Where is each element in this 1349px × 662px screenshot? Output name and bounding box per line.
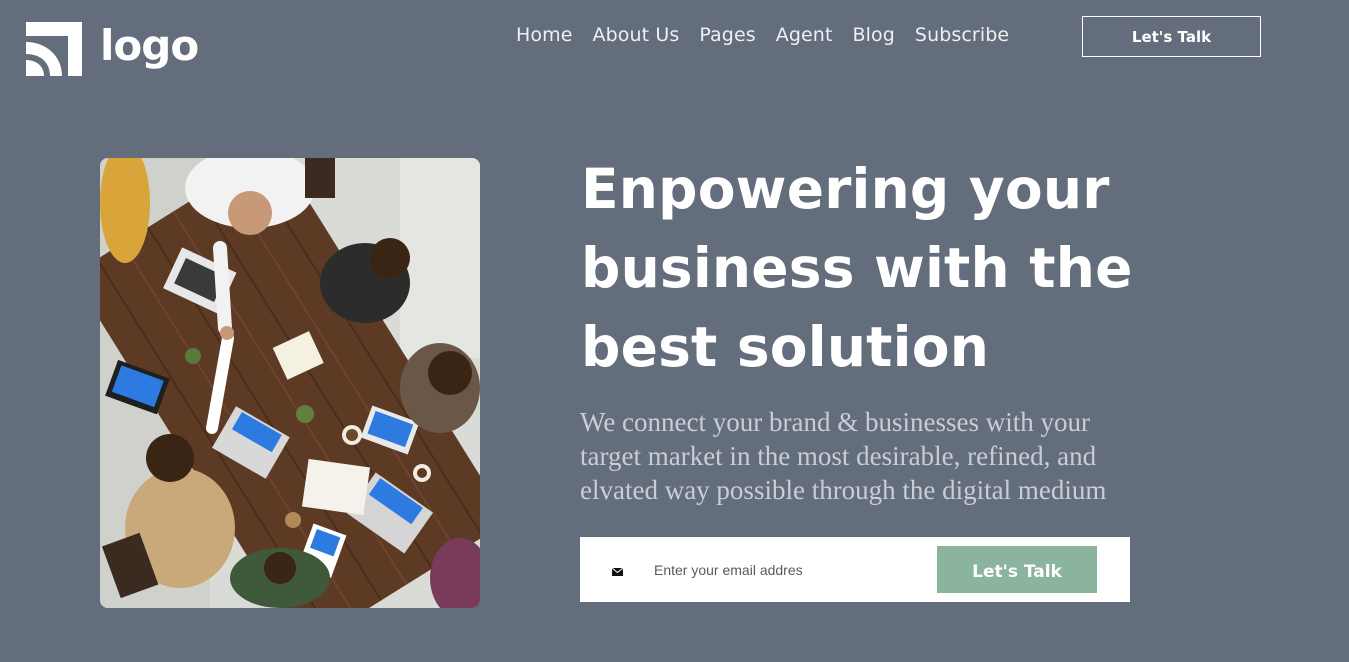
logo-icon (26, 22, 82, 76)
team-meeting-photo (100, 158, 480, 608)
nav-subscribe[interactable]: Subscribe (915, 22, 1009, 48)
header-lets-talk-button[interactable]: Let's Talk (1082, 16, 1261, 57)
nav-blog[interactable]: Blog (853, 22, 895, 48)
nav-agent[interactable]: Agent (776, 22, 833, 48)
nav-home[interactable]: Home (516, 22, 573, 48)
hero-title: Enpowering your business with the best s… (581, 157, 1133, 379)
mail-icon (612, 568, 623, 576)
hero-image (100, 158, 480, 608)
email-subscribe-form: Let's Talk (580, 537, 1130, 602)
hero-subtitle: We connect your brand & businesses with … (580, 407, 1107, 505)
email-input[interactable] (654, 557, 924, 583)
nav-about-us[interactable]: About Us (593, 22, 680, 48)
nav-pages[interactable]: Pages (699, 22, 755, 48)
subscribe-lets-talk-button[interactable]: Let's Talk (937, 546, 1097, 593)
logo-text: logo (100, 21, 199, 70)
main-nav: Home About Us Pages Agent Blog Subscribe (516, 22, 1009, 48)
logo[interactable]: logo (24, 20, 199, 78)
